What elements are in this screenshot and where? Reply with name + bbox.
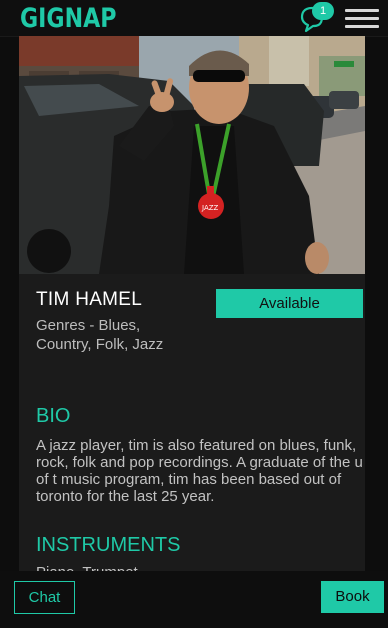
svg-text:JAZZ: JAZZ [201, 204, 219, 212]
menu-line [345, 25, 379, 28]
bottom-action-bar: Chat Book [0, 571, 388, 628]
musician-name: TIM HAMEL [36, 289, 143, 310]
hamburger-menu-icon[interactable] [345, 9, 379, 29]
bio-text: A jazz player, tim is also featured on b… [36, 437, 363, 505]
top-navigation-bar: GIGNAP 1 [0, 0, 388, 37]
musician-profile-card: JAZZ TIM HAMEL Genres - Blues, Country, … [19, 36, 365, 581]
musician-genres: Genres - Blues, Country, Folk, Jazz [36, 317, 164, 353]
instruments-heading: INSTRUMENTS [36, 534, 181, 556]
chat-button[interactable]: Chat [14, 581, 75, 614]
gignap-logo[interactable]: GIGNAP [20, 3, 116, 34]
book-button[interactable]: Book [321, 581, 384, 613]
menu-line [345, 9, 379, 12]
chat-notification-button[interactable]: 1 [300, 2, 336, 34]
musician-photo: JAZZ [19, 36, 365, 274]
available-status-button[interactable]: Available [216, 289, 363, 318]
bio-heading: BIO [36, 405, 71, 427]
menu-line [345, 17, 379, 20]
notification-badge: 1 [312, 2, 334, 20]
